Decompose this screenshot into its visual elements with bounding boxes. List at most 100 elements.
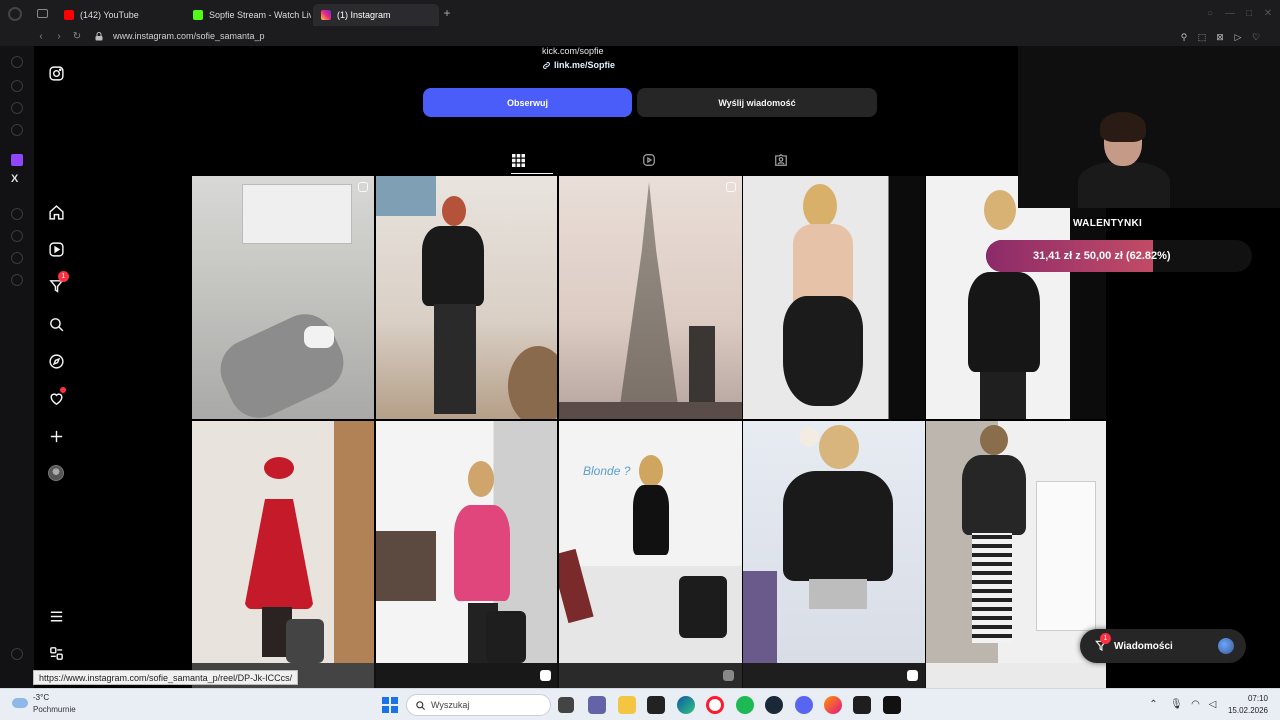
post-thumbnail[interactable] — [192, 176, 374, 419]
windows-start-icon[interactable] — [382, 697, 398, 713]
create-icon[interactable] — [45, 425, 67, 447]
tab-label: Sopfie Stream - Watch Liv — [209, 10, 311, 20]
volume-icon[interactable]: ◁ — [1207, 699, 1218, 710]
profile-avatar[interactable] — [45, 462, 67, 484]
more-apps-icon[interactable] — [45, 642, 67, 664]
close-icon[interactable]: ✕ — [1262, 8, 1274, 20]
adblock-icon[interactable]: ⊠ — [1214, 31, 1226, 43]
reel-badge-icon — [726, 182, 736, 192]
explore-icon[interactable] — [45, 350, 67, 372]
opera-icon[interactable] — [706, 696, 724, 714]
task-view-icon[interactable] — [558, 697, 574, 713]
steam-icon[interactable] — [765, 696, 783, 714]
send-message-button[interactable]: Wyślij wiadomość — [637, 88, 877, 117]
twitch-icon[interactable] — [11, 154, 23, 166]
figure-dress — [968, 272, 1040, 372]
post-thumbnail[interactable] — [743, 663, 925, 688]
figure-dress — [783, 296, 863, 406]
taskbar-search[interactable]: Wyszukaj — [406, 694, 551, 716]
x-twitter-icon[interactable]: X — [11, 173, 18, 185]
earmuff-shape — [799, 427, 819, 447]
instagram-logo-icon[interactable] — [45, 62, 67, 84]
post-thumbnail[interactable] — [376, 421, 557, 663]
discord-icon[interactable] — [795, 696, 813, 714]
case-shape — [679, 576, 727, 638]
post-thumbnail[interactable] — [926, 663, 1106, 688]
terminal-icon[interactable] — [853, 696, 871, 714]
edge-icon[interactable] — [677, 696, 695, 714]
weather-temperature[interactable]: -3°C — [33, 693, 49, 702]
heart-icon[interactable] — [45, 387, 67, 409]
scarf-shape — [559, 548, 594, 624]
sidebar-app-icon[interactable] — [11, 80, 23, 92]
bio-link[interactable]: link.me/Sopfie — [542, 60, 615, 70]
sidebar-app-icon[interactable] — [11, 56, 23, 68]
sidebar-app-icon[interactable] — [11, 124, 23, 136]
opera-logo-icon[interactable] — [8, 7, 22, 21]
search-tabs-icon[interactable]: ○ — [1204, 8, 1216, 20]
obs-icon[interactable] — [883, 696, 901, 714]
pin-icon[interactable]: ⚲ — [1178, 31, 1190, 43]
search-icon[interactable] — [45, 313, 67, 335]
forward-icon[interactable]: › — [52, 30, 66, 44]
reload-icon[interactable]: ↻ — [70, 30, 84, 44]
post-thumbnail[interactable] — [926, 176, 1106, 419]
post-thumbnail[interactable] — [926, 421, 1106, 663]
follow-button[interactable]: Obserwuj — [423, 88, 632, 117]
reels-tab-icon[interactable] — [641, 152, 657, 168]
sidebar-settings-icon[interactable] — [11, 648, 23, 660]
sidebar-app-icon[interactable] — [11, 252, 23, 264]
epic-games-icon[interactable] — [647, 696, 665, 714]
microphone-icon[interactable]: 🎙 — [1170, 699, 1183, 710]
tagged-tab-icon[interactable] — [773, 152, 789, 168]
post-thumbnail[interactable] — [376, 176, 557, 419]
sidebar-app-icon[interactable] — [11, 274, 23, 286]
bookmark-heart-icon[interactable]: ♡ — [1250, 31, 1262, 43]
notification-dot — [60, 387, 66, 393]
tab-list-icon[interactable] — [37, 9, 48, 18]
figure-jacket — [962, 455, 1026, 535]
home-icon[interactable] — [45, 201, 67, 223]
post-thumbnail[interactable] — [559, 663, 742, 688]
post-thumbnail[interactable] — [559, 176, 742, 419]
minimize-icon[interactable]: — — [1224, 8, 1236, 20]
posts-grid-tab-icon[interactable] — [510, 152, 526, 168]
tab-label: (142) YouTube — [80, 10, 139, 20]
clock-date[interactable]: 15.02.2026 — [1220, 706, 1268, 715]
post-thumbnail[interactable] — [743, 176, 925, 419]
figure-hair — [803, 184, 837, 228]
sidebar-app-icon[interactable] — [11, 208, 23, 220]
weather-description[interactable]: Pochmurnie — [33, 705, 76, 714]
direct-icon[interactable]: 1 — [45, 271, 69, 297]
post-thumbnail[interactable] — [743, 421, 925, 663]
shelf-shape — [376, 176, 436, 216]
messages-button[interactable]: 1 Wiadomości — [1080, 629, 1246, 663]
sidebar-app-icon[interactable] — [11, 102, 23, 114]
play-icon[interactable]: ▷ — [1232, 31, 1244, 43]
menu-icon[interactable] — [45, 605, 67, 627]
teams-icon[interactable] — [588, 696, 606, 714]
tab-instagram[interactable]: (1) Instagram — [313, 4, 439, 26]
reels-icon[interactable] — [45, 238, 67, 260]
url-field[interactable]: www.instagram.com/sofie_samanta_p — [113, 31, 265, 41]
sidebar-app-icon[interactable] — [11, 230, 23, 242]
browser-tab-bar: (142) YouTube Sopfie Stream - Watch Liv … — [0, 0, 1280, 28]
spotify-icon[interactable] — [736, 696, 754, 714]
profile-tabs — [192, 146, 1106, 176]
snapshot-icon[interactable]: ⬚ — [1196, 31, 1208, 43]
firefox-icon[interactable] — [824, 696, 842, 714]
back-icon[interactable]: ‹ — [34, 30, 48, 44]
shelf-shape — [743, 571, 777, 663]
file-explorer-icon[interactable] — [618, 696, 636, 714]
new-tab-plus-icon[interactable]: + — [441, 7, 453, 20]
clock-time[interactable]: 07:10 — [1226, 694, 1268, 703]
tab-youtube[interactable]: (142) YouTube — [56, 4, 182, 26]
tray-chevron-icon[interactable]: ⌃ — [1148, 699, 1159, 710]
wifi-icon[interactable]: ◠ — [1190, 699, 1201, 710]
post-thumbnail[interactable] — [192, 421, 374, 663]
tab-kick[interactable]: Sopfie Stream - Watch Liv — [185, 4, 311, 26]
post-thumbnail[interactable] — [376, 663, 557, 688]
church-tower — [619, 182, 679, 412]
post-thumbnail[interactable]: Blonde ? — [559, 421, 742, 663]
maximize-icon[interactable]: □ — [1243, 8, 1255, 20]
